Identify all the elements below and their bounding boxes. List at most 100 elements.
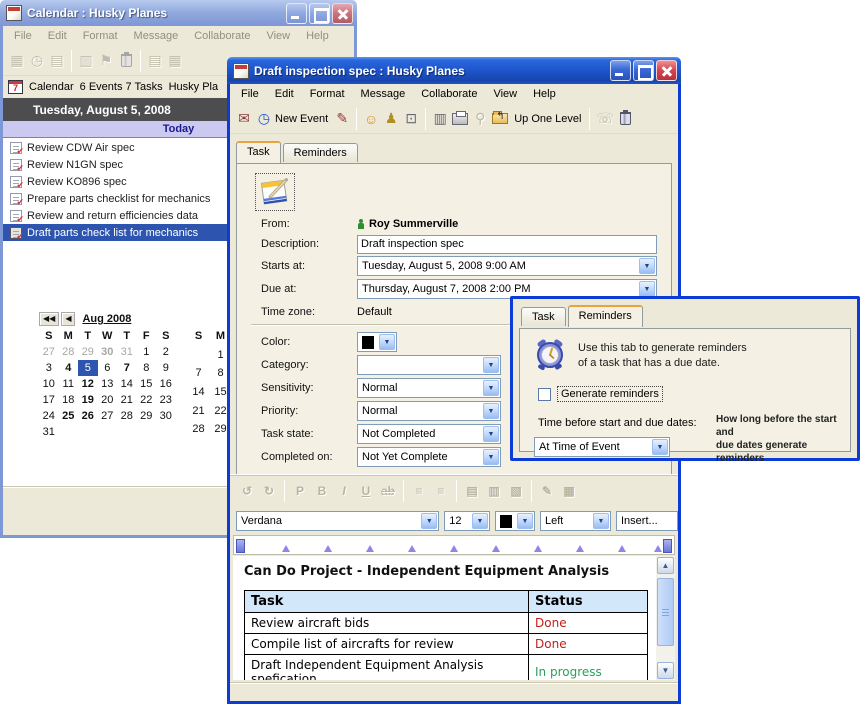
undo-icon[interactable]: ↺ <box>236 480 258 502</box>
new-appointment-icon[interactable]: ▦ <box>7 50 27 72</box>
menu-file[interactable]: File <box>234 86 266 102</box>
tab-stop-marker[interactable] <box>282 545 290 552</box>
notify-icon[interactable]: ☏ <box>594 108 616 130</box>
day-cell[interactable]: 6 <box>98 360 118 376</box>
day-cell[interactable]: 27 <box>39 344 59 360</box>
menu-help[interactable]: Help <box>526 86 563 102</box>
menu-format[interactable]: Format <box>303 86 352 102</box>
list-view-icon[interactable]: ▤ <box>145 50 165 72</box>
day-cell[interactable]: 30 <box>98 344 118 360</box>
new-event-button[interactable]: New Event <box>274 113 332 125</box>
chevron-down-icon[interactable]: ▼ <box>483 380 499 396</box>
font-family-dropdown[interactable]: Verdana ▼ <box>236 511 439 531</box>
new-message-icon[interactable]: ✉ <box>234 108 254 130</box>
day-cell[interactable]: 12 <box>78 376 98 392</box>
day-cell[interactable]: 14 <box>188 384 210 400</box>
calendar-titlebar[interactable]: Calendar : Husky Planes <box>0 0 357 26</box>
menu-help[interactable]: Help <box>299 28 336 44</box>
day-cell[interactable]: 8 <box>137 360 157 376</box>
font-size-dropdown[interactable]: 12 ▼ <box>444 511 490 531</box>
delete-icon[interactable] <box>116 50 136 72</box>
chevron-down-icon[interactable]: ▼ <box>652 439 668 455</box>
month-view-icon[interactable]: ▦ <box>165 50 185 72</box>
menu-view[interactable]: View <box>486 86 524 102</box>
contact-icon[interactable]: ♟ <box>381 108 401 130</box>
redo-icon[interactable]: ↻ <box>258 480 280 502</box>
chevron-down-icon[interactable]: ▼ <box>472 513 488 529</box>
day-cell[interactable]: 25 <box>59 408 79 424</box>
prev-month-button[interactable]: ◀ <box>61 312 75 326</box>
search-icon[interactable]: ⚲ <box>470 108 490 130</box>
day-cell[interactable]: 10 <box>39 376 59 392</box>
day-cell[interactable]: 18 <box>59 392 79 408</box>
description-input[interactable] <box>357 235 657 254</box>
close-button[interactable] <box>656 60 677 81</box>
day-cell[interactable]: 29 <box>137 408 157 424</box>
category-dropdown[interactable]: ▼ <box>357 355 501 375</box>
paragraph-icon[interactable]: P <box>289 480 311 502</box>
insert-dropdown[interactable]: Insert... <box>616 511 678 531</box>
day-cell[interactable]: 7 <box>188 365 210 381</box>
chevron-down-icon[interactable]: ▼ <box>483 403 499 419</box>
chevron-down-icon[interactable]: ▼ <box>483 426 499 442</box>
day-cell[interactable]: 31 <box>39 424 59 440</box>
day-cell[interactable]: 29 <box>78 344 98 360</box>
menu-view[interactable]: View <box>259 28 297 44</box>
trash-icon[interactable] <box>616 108 636 130</box>
tab-stop-marker[interactable] <box>654 545 662 552</box>
tab-stop-marker[interactable] <box>534 545 542 552</box>
chevron-down-icon[interactable]: ▼ <box>639 281 655 297</box>
underline-icon[interactable]: U <box>355 480 377 502</box>
day-cell[interactable]: 21 <box>188 403 210 419</box>
completed-on-dropdown[interactable]: Not Yet Complete ▼ <box>357 447 501 467</box>
time-before-dropdown[interactable]: At Time of Event ▼ <box>534 437 670 457</box>
alignment-dropdown[interactable]: Left ▼ <box>540 511 611 531</box>
merge-cells-icon[interactable]: ▥ <box>483 480 505 502</box>
menu-message[interactable]: Message <box>354 86 413 102</box>
day-cell-selected[interactable]: 5 <box>78 360 98 376</box>
new-task-icon[interactable]: ✎ <box>332 108 352 130</box>
tab-stop-marker[interactable] <box>408 545 416 552</box>
maximize-button[interactable] <box>309 3 330 24</box>
day-cell[interactable]: 14 <box>117 376 137 392</box>
tab-task[interactable]: Task <box>521 307 566 326</box>
list-view-icon[interactable]: ▥ <box>430 108 450 130</box>
day-cell[interactable]: 19 <box>78 392 98 408</box>
day-cell[interactable]: 11 <box>59 376 79 392</box>
task-state-dropdown[interactable]: Not Completed ▼ <box>357 424 501 444</box>
day-cell[interactable]: 23 <box>156 392 176 408</box>
strikethrough-icon[interactable]: ab <box>377 480 399 502</box>
bold-icon[interactable]: B <box>311 480 333 502</box>
maximize-button[interactable] <box>633 60 654 81</box>
chevron-down-icon[interactable]: ▼ <box>483 449 499 465</box>
right-indent-marker[interactable] <box>663 539 672 553</box>
day-cell[interactable]: 4 <box>59 360 79 376</box>
scroll-up-button[interactable]: ▲ <box>657 557 674 574</box>
sensitivity-dropdown[interactable]: Normal ▼ <box>357 378 501 398</box>
italic-icon[interactable]: I <box>333 480 355 502</box>
day-cell[interactable]: 20 <box>98 392 118 408</box>
minimize-button[interactable] <box>610 60 631 81</box>
tab-stop-marker[interactable] <box>324 545 332 552</box>
color-dropdown[interactable]: ▼ <box>357 332 397 352</box>
menu-collaborate[interactable]: Collaborate <box>187 28 257 44</box>
day-cell[interactable]: 13 <box>98 376 118 392</box>
up-one-level-icon[interactable] <box>490 108 513 130</box>
align-right-icon[interactable]: ≡ <box>430 480 452 502</box>
tab-stop-marker[interactable] <box>366 545 374 552</box>
tab-reminders[interactable]: Reminders <box>568 305 643 327</box>
vertical-scrollbar[interactable]: ▲ ▼ <box>656 556 675 680</box>
day-cell[interactable] <box>188 347 210 363</box>
menu-format[interactable]: Format <box>76 28 125 44</box>
day-cell[interactable]: 16 <box>156 376 176 392</box>
generate-reminders-checkbox[interactable] <box>538 388 551 401</box>
tab-task[interactable]: Task <box>236 141 281 163</box>
signature-icon[interactable]: ✎ <box>536 480 558 502</box>
day-cell[interactable]: 17 <box>39 392 59 408</box>
new-event-icon[interactable]: ◷ <box>254 108 274 130</box>
left-indent-marker[interactable] <box>236 539 245 553</box>
compose-icon[interactable]: ▥ <box>76 50 96 72</box>
day-cell[interactable]: 26 <box>78 408 98 424</box>
tab-reminders[interactable]: Reminders <box>283 143 358 162</box>
font-color-dropdown[interactable]: ▼ <box>495 511 535 531</box>
